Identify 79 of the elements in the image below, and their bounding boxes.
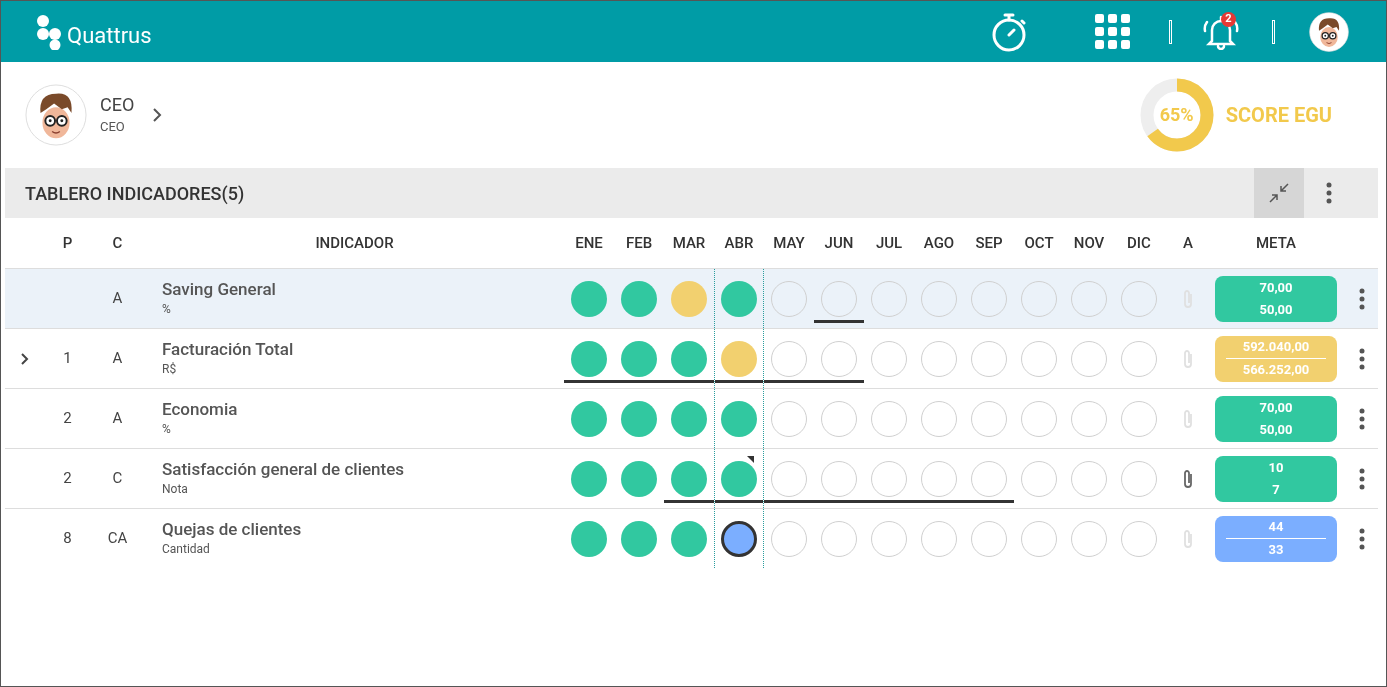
more-options-icon[interactable]	[1358, 467, 1365, 490]
indicator-row[interactable]: 8 CA Quejas de clientes Cantidad 44 33	[5, 508, 1378, 568]
priority-cell-text: 2	[63, 468, 72, 490]
indicator-name: Quejas de clientes	[162, 518, 303, 541]
column-header: SEP	[974, 232, 1004, 254]
indicator-unit: Nota	[162, 481, 189, 499]
apps-grid-icon[interactable]	[1095, 13, 1131, 50]
priority-cell-text: 8	[63, 528, 72, 550]
collapse-button[interactable]	[1254, 168, 1304, 218]
column-header: ENE	[574, 232, 604, 254]
class-cell-text: A	[112, 288, 123, 310]
column-header: C	[111, 232, 124, 254]
column-header: MAR	[671, 232, 707, 254]
priority-cell-text: 1	[63, 348, 72, 370]
meta-target: 592.040,00	[1242, 338, 1310, 356]
panel-title: TABLERO INDICADORES(5)	[25, 181, 245, 206]
meta-actual: 7	[1272, 480, 1280, 499]
chevron-right-icon[interactable]	[152, 108, 163, 122]
more-options-icon[interactable]	[1358, 287, 1365, 310]
column-header: JUN	[823, 232, 855, 254]
class-cell-text: CA	[107, 528, 128, 550]
column-header: INDICADOR	[314, 232, 395, 254]
more-options-icon[interactable]	[1358, 407, 1365, 430]
meta-actual: 50,00	[1259, 420, 1293, 439]
logo-icon	[35, 13, 63, 50]
profile-name: CEO	[100, 94, 135, 117]
meta-actual: 566.252,00	[1242, 361, 1310, 379]
column-header: ABR	[723, 232, 755, 254]
meta-target: 44	[1268, 518, 1284, 536]
column-header: DIC	[1126, 232, 1152, 254]
indicator-row[interactable]: A Saving General % 70,00 50,00	[5, 268, 1378, 328]
score-value: 65%	[1159, 106, 1194, 124]
column-header: P	[61, 232, 74, 254]
column-header: JUL	[874, 232, 904, 254]
meta-actual: 33	[1268, 541, 1284, 559]
meta-target: 70,00	[1259, 278, 1293, 297]
column-header: META	[1254, 232, 1298, 254]
logo-text: Quattrus	[67, 22, 152, 50]
paperclip-icon[interactable]	[1182, 407, 1194, 430]
paperclip-icon[interactable]	[1182, 467, 1194, 490]
indicator-unit: %	[162, 301, 172, 319]
avatar-icon	[1309, 11, 1349, 52]
more-options-icon[interactable]	[1326, 182, 1332, 204]
column-header: AGO	[922, 232, 956, 254]
priority-cell-text: 2	[63, 408, 72, 430]
meta-actual: 50,00	[1259, 300, 1293, 319]
profile-role: CEO	[100, 117, 126, 136]
score-label: SCORE EGU	[1225, 102, 1332, 129]
indicator-name: Facturación Total	[162, 338, 295, 361]
indicator-row[interactable]: 2 C Satisfacción general de clientes Nota 10 7	[5, 448, 1378, 508]
more-options-icon[interactable]	[1358, 347, 1365, 370]
column-header: MAY	[772, 232, 806, 254]
column-header: A	[1182, 232, 1194, 254]
indicator-name: Economia	[162, 398, 239, 421]
indicator-unit: R$	[162, 361, 178, 379]
indicator-name: Saving General	[162, 278, 277, 301]
collapse-icon	[1268, 182, 1290, 204]
bell-icon[interactable]	[1202, 13, 1240, 50]
class-cell-text: C	[112, 468, 123, 490]
expand-chevron-icon[interactable]	[21, 352, 29, 365]
column-header: NOV	[1072, 232, 1106, 254]
meta-target: 70,00	[1259, 398, 1293, 417]
indicator-row[interactable]: 1 A Facturación Total R$ 592.040,00 566.252,00	[5, 328, 1378, 388]
more-options-icon[interactable]	[1358, 527, 1365, 550]
indicator-row[interactable]: 2 A Economia % 70,00 50,00	[5, 388, 1378, 448]
indicator-unit: %	[162, 421, 172, 439]
column-header: FEB	[624, 232, 654, 254]
stopwatch-icon[interactable]	[991, 11, 1027, 52]
column-header: OCT	[1023, 232, 1055, 254]
indicator-name: Satisfacción general de clientes	[162, 458, 406, 481]
meta-target: 10	[1268, 458, 1284, 477]
paperclip-icon[interactable]	[1182, 287, 1194, 310]
class-cell-text: A	[112, 348, 123, 370]
indicator-unit: Cantidad	[162, 541, 211, 559]
notification-badge: 2	[1221, 11, 1236, 27]
paperclip-icon[interactable]	[1182, 347, 1194, 370]
class-cell-text: A	[112, 408, 123, 430]
avatar-icon	[25, 84, 87, 146]
paperclip-icon[interactable]	[1182, 527, 1194, 550]
